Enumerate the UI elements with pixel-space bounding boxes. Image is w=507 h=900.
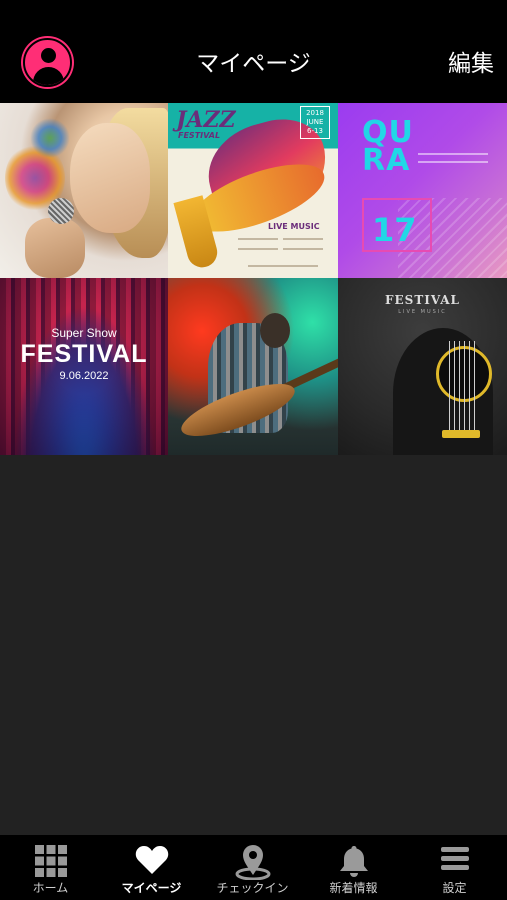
poster-text-line (418, 153, 488, 155)
poster-number: 17 (372, 211, 417, 249)
page-title: マイページ (196, 51, 311, 77)
grid-item-jazz-festival[interactable]: JAZZ FESTIVAL 2018 JUNE 6-13 LIVE MUSIC (168, 103, 338, 278)
guitar-bridge (442, 430, 480, 438)
tab-settings[interactable]: 設定 (404, 835, 505, 900)
poster-text-line (238, 248, 278, 250)
tab-label: ホーム (32, 881, 69, 895)
poster-tagline: LIVE MUSIC (268, 222, 320, 231)
poster-kicker: Super Show (51, 326, 117, 340)
poster-title: FESTIVAL (384, 293, 460, 307)
paint-splash (30, 118, 70, 158)
poster-title: JAZZ (176, 107, 236, 133)
microphone-icon (48, 198, 74, 224)
favorites-grid: JAZZ FESTIVAL 2018 JUNE 6-13 LIVE MUSIC … (0, 103, 507, 455)
poster-text-line (248, 265, 318, 267)
grid-item-super-show[interactable]: Super Show FESTIVAL 9.06.2022 (0, 278, 168, 455)
poster-date: 2018 JUNE 6-13 (300, 106, 330, 139)
location-pin-icon (235, 845, 270, 880)
grid-item-singer[interactable] (0, 103, 168, 278)
grid-item-qura[interactable]: QU RA 17 (338, 103, 507, 278)
singer-hand (25, 218, 85, 278)
tab-bar: ホーム マイページ チェックイン 新着情報 設定 (0, 835, 507, 900)
heart-icon (135, 846, 168, 874)
guitarist-head (260, 313, 290, 348)
tab-news[interactable]: 新着情報 (303, 835, 404, 900)
poster-brand: QU RA (362, 115, 414, 178)
tab-home[interactable]: ホーム (0, 835, 101, 900)
poster-subtitle: LIVE MUSIC (398, 309, 447, 315)
tab-checkin[interactable]: チェックイン (202, 835, 303, 900)
singer-face (70, 123, 150, 233)
poster-text-line (283, 238, 323, 240)
menu-icon (440, 847, 469, 870)
poster-subtitle: FESTIVAL (178, 131, 221, 140)
tab-label: 新着情報 (329, 881, 378, 895)
bell-icon (339, 846, 368, 877)
grid-icon (34, 845, 67, 877)
poster-date: 9.06.2022 (59, 370, 109, 382)
tab-label: チェックイン (216, 881, 289, 895)
poster-text-line (418, 161, 488, 163)
guitar-strings (445, 341, 477, 431)
grid-item-guitar-festival[interactable]: FESTIVAL LIVE MUSIC (338, 278, 507, 455)
tab-label: 設定 (442, 881, 467, 895)
tab-label: マイページ (121, 881, 182, 895)
tab-mypage[interactable]: マイページ (101, 835, 202, 900)
edit-button[interactable]: 編集 (448, 49, 494, 79)
poster-text-line (283, 248, 323, 250)
poster-title: FESTIVAL (20, 340, 148, 368)
poster-text-line (238, 238, 278, 240)
grid-item-bass-guitarist[interactable] (168, 278, 338, 455)
app-header: マイページ 編集 (0, 0, 507, 103)
